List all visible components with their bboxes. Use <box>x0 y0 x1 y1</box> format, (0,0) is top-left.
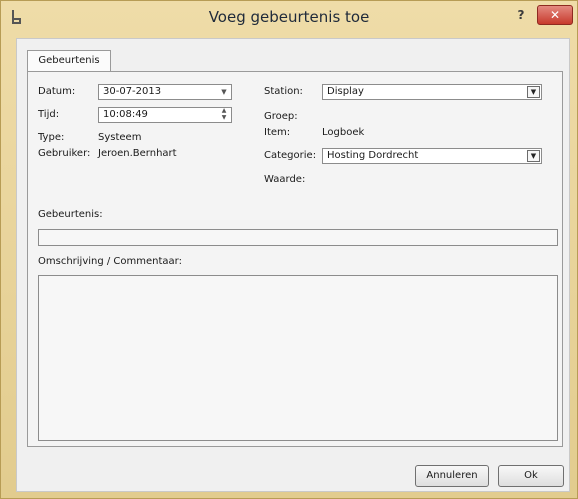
spin-down-icon[interactable]: ▼ <box>218 114 230 121</box>
gebeurtenis-label: Gebeurtenis: <box>38 209 103 220</box>
datum-value: 30-07-2013 <box>103 86 162 97</box>
chevron-down-icon[interactable]: ▼ <box>527 150 540 162</box>
tab-panel: Datum: 30-07-2013 ▼ Tijd: 10:08:49 ▲ ▼ T… <box>27 71 563 447</box>
groep-label: Groep: <box>264 111 298 122</box>
tijd-field[interactable]: 10:08:49 <box>98 107 232 123</box>
close-button[interactable]: ✕ <box>537 5 573 25</box>
chevron-down-icon[interactable]: ▼ <box>527 86 540 98</box>
categorie-select[interactable]: Hosting Dordrecht <box>322 148 542 164</box>
gebruiker-label: Gebruiker: <box>38 148 91 159</box>
tijd-label: Tijd: <box>38 109 60 120</box>
gebruiker-value: Jeroen.Bernhart <box>98 148 177 159</box>
type-value: Systeem <box>98 132 142 143</box>
waarde-label: Waarde: <box>264 174 306 185</box>
ok-button[interactable]: Ok <box>498 465 564 487</box>
datum-field[interactable]: 30-07-2013 <box>98 84 232 100</box>
tijd-value: 10:08:49 <box>103 109 148 120</box>
omschrijving-textarea[interactable] <box>38 275 558 441</box>
title-bar[interactable]: Voeg gebeurtenis toe ? ✕ <box>0 0 578 36</box>
station-select[interactable]: Display <box>322 84 542 100</box>
omschrijving-label: Omschrijving / Commentaar: <box>38 256 182 267</box>
chevron-down-icon[interactable]: ▼ <box>218 85 230 101</box>
gebeurtenis-input[interactable] <box>38 229 558 246</box>
datum-label: Datum: <box>38 86 76 97</box>
window-title: Voeg gebeurtenis toe <box>208 8 370 26</box>
categorie-label: Categorie: <box>264 150 317 161</box>
cancel-button[interactable]: Annuleren <box>415 465 489 487</box>
categorie-value: Hosting Dordrecht <box>327 150 419 161</box>
dialog-client-area: Gebeurtenis Datum: 30-07-2013 ▼ Tijd: 10… <box>16 38 570 492</box>
spin-buttons[interactable]: ▲ ▼ <box>218 107 230 123</box>
item-value: Logboek <box>322 127 365 138</box>
spin-up-icon[interactable]: ▲ <box>218 107 230 114</box>
station-value: Display <box>327 86 364 97</box>
help-button[interactable]: ? <box>508 5 534 25</box>
type-label: Type: <box>38 132 65 143</box>
station-label: Station: <box>264 86 303 97</box>
tab-gebeurtenis[interactable]: Gebeurtenis <box>27 50 111 72</box>
item-label: Item: <box>264 127 291 138</box>
